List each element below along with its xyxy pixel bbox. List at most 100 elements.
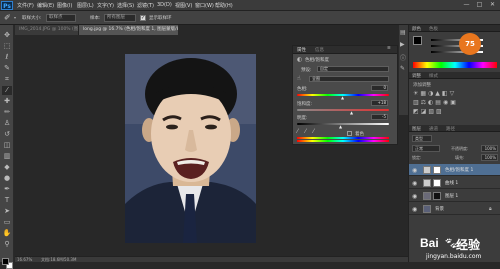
visibility-eye-icon[interactable]: ◉ bbox=[412, 167, 417, 174]
layer-kind-filter[interactable]: 类型 bbox=[412, 135, 432, 142]
color-fg-swatch[interactable] bbox=[413, 36, 422, 45]
gradient-tool-icon[interactable]: ▥ bbox=[2, 152, 12, 161]
panel-menu-icon[interactable]: ≡ bbox=[387, 46, 391, 51]
menu-filter[interactable]: 滤镜(T) bbox=[137, 2, 154, 9]
mask-thumb[interactable] bbox=[433, 192, 441, 200]
channel-select[interactable]: 全图 bbox=[309, 76, 389, 82]
preset-select[interactable]: 自定 bbox=[317, 66, 389, 72]
hand-target-icon[interactable]: ☝ bbox=[297, 75, 301, 82]
clone-stamp-tool-icon[interactable]: ♙ bbox=[2, 119, 12, 128]
lightness-slider-thumb[interactable]: ▲ bbox=[339, 124, 342, 129]
eyedropper-minus-icon[interactable]: ⁄ bbox=[313, 128, 314, 135]
layer-name[interactable]: 图层 1 bbox=[445, 193, 458, 199]
tab-paths[interactable]: 路径 bbox=[446, 126, 455, 132]
info-icon[interactable]: ⓘ bbox=[400, 53, 406, 62]
menu-type[interactable]: 文字(Y) bbox=[97, 2, 114, 9]
hue-slider-thumb[interactable]: ▲ bbox=[341, 95, 344, 100]
layer-name[interactable]: 曲线 1 bbox=[445, 180, 458, 186]
tab-swatches[interactable]: 色板 bbox=[429, 26, 438, 32]
actions-icon[interactable]: ▶ bbox=[400, 41, 405, 48]
tab-channels[interactable]: 通道 bbox=[429, 126, 438, 132]
move-tool-icon[interactable]: ✥ bbox=[2, 31, 12, 40]
tool-preset-chevron-icon[interactable]: ▾ bbox=[14, 15, 16, 20]
eyedropper-tool-icon[interactable]: ✐ bbox=[4, 13, 11, 22]
fill-value[interactable]: 100% bbox=[481, 154, 498, 161]
hand-tool-icon[interactable]: ✋ bbox=[2, 229, 12, 238]
menu-window[interactable]: 窗口(W) bbox=[195, 2, 214, 9]
visibility-eye-icon[interactable]: ◉ bbox=[412, 180, 417, 187]
menu-view[interactable]: 视图(V) bbox=[175, 2, 192, 9]
dodge-tool-icon[interactable]: ● bbox=[2, 174, 12, 183]
saturation-slider-thumb[interactable]: ▲ bbox=[350, 110, 353, 115]
blend-mode-select[interactable]: 正常 bbox=[412, 145, 440, 152]
colorize-checkbox[interactable] bbox=[347, 131, 352, 136]
maximize-button[interactable]: □ bbox=[474, 1, 485, 9]
layers-panel-header: 图层 通道 路径 bbox=[409, 125, 500, 132]
tab-info[interactable]: 信息 bbox=[315, 47, 324, 53]
tab-color[interactable]: 颜色 bbox=[412, 26, 421, 32]
lasso-tool-icon[interactable]: ℓ bbox=[2, 53, 12, 62]
mask-thumb[interactable] bbox=[433, 166, 441, 174]
layer-row[interactable]: ◉ 背景 🔒︎ bbox=[409, 203, 500, 215]
tab-adjustments[interactable]: 调整 bbox=[412, 73, 421, 79]
zoom-level[interactable]: 16.67% bbox=[17, 257, 32, 262]
history-icon[interactable]: ▤ bbox=[400, 29, 406, 36]
saturation-slider[interactable] bbox=[297, 109, 389, 111]
layer-row[interactable]: ◉ 色相/饱和度 1 bbox=[409, 164, 500, 176]
eraser-tool-icon[interactable]: ◫ bbox=[2, 141, 12, 150]
type-tool-icon[interactable]: T bbox=[2, 196, 12, 205]
visibility-eye-icon[interactable]: ◉ bbox=[412, 193, 417, 200]
healing-brush-tool-icon[interactable]: ✚ bbox=[2, 97, 12, 106]
visibility-eye-icon[interactable]: ◉ bbox=[412, 206, 417, 213]
menu-help[interactable]: 帮助(H) bbox=[215, 2, 233, 9]
quick-select-tool-icon[interactable]: ✎ bbox=[2, 64, 12, 73]
eyedropper-plus-icon[interactable]: ⁄ bbox=[305, 128, 306, 135]
lightness-label: 明度: bbox=[297, 116, 308, 121]
layer-row[interactable]: ◉ 曲线 1 bbox=[409, 177, 500, 189]
menu-select[interactable]: 选择(S) bbox=[117, 2, 134, 9]
color-swatches[interactable] bbox=[2, 258, 13, 269]
saturation-value[interactable]: +18 bbox=[371, 100, 388, 106]
mask-thumb[interactable] bbox=[433, 179, 441, 187]
lightness-slider[interactable] bbox=[297, 123, 389, 125]
menu-file[interactable]: 文件(F) bbox=[17, 2, 34, 9]
minimize-button[interactable]: — bbox=[461, 1, 472, 9]
canvas-photo[interactable] bbox=[125, 54, 256, 243]
layer-name[interactable]: 色相/饱和度 1 bbox=[445, 167, 473, 173]
sample-select[interactable]: 所有图层 bbox=[104, 14, 136, 22]
sample-size-select[interactable]: 取样点 bbox=[46, 14, 76, 22]
path-select-tool-icon[interactable]: ➤ bbox=[2, 207, 12, 216]
zoom-tool-icon[interactable]: ⚲ bbox=[2, 240, 12, 249]
hue-value[interactable]: 0 bbox=[371, 85, 388, 91]
tab-properties[interactable]: 属性 bbox=[297, 47, 306, 53]
menu-image[interactable]: 图像(I) bbox=[57, 2, 72, 9]
adjustment-icons-row-3[interactable]: ◩◪▧▨ bbox=[413, 108, 444, 115]
document-tab-2[interactable]: long.jpg @ 16.7% (色相/饱和度 1, 图层蒙版/8) × bbox=[79, 25, 178, 35]
adjustment-icons-row-2[interactable]: ▥⚖◐▤◉▣ bbox=[413, 99, 458, 106]
eyedropper-tool-icon[interactable]: ⁄ bbox=[2, 86, 12, 95]
color-spectrum-bar[interactable] bbox=[413, 62, 497, 68]
history-brush-tool-icon[interactable]: ↺ bbox=[2, 130, 12, 139]
foreground-color-swatch[interactable] bbox=[2, 258, 9, 265]
menu-edit[interactable]: 编辑(E) bbox=[37, 2, 54, 9]
marquee-tool-icon[interactable]: ⬚ bbox=[2, 42, 12, 51]
document-tab-1[interactable]: IMG_2014.JPG @ 100% (图层 1, RGB/8) × bbox=[15, 25, 79, 35]
brush-presets-icon[interactable]: ✎ bbox=[400, 65, 405, 72]
opacity-value[interactable]: 100% bbox=[481, 145, 498, 152]
brush-tool-icon[interactable]: ✏ bbox=[2, 108, 12, 117]
crop-tool-icon[interactable]: ⌗ bbox=[2, 75, 12, 84]
adjustment-icons-row-1[interactable]: ☀▦◑▲◧▽ bbox=[413, 90, 456, 97]
layer-name[interactable]: 背景 bbox=[435, 206, 444, 212]
layer-row[interactable]: ◉ 图层 1 bbox=[409, 190, 500, 202]
tab-layers[interactable]: 图层 bbox=[412, 126, 421, 132]
menu-layer[interactable]: 图层(L) bbox=[77, 2, 94, 9]
close-button[interactable]: ✕ bbox=[487, 1, 498, 9]
show-ring-checkbox[interactable]: ✓ bbox=[140, 15, 146, 21]
blur-tool-icon[interactable]: ◆ bbox=[2, 163, 12, 172]
shape-tool-icon[interactable]: ▭ bbox=[2, 218, 12, 227]
lightness-value[interactable]: -5 bbox=[371, 114, 388, 120]
pen-tool-icon[interactable]: ✒ bbox=[2, 185, 12, 194]
menu-3d[interactable]: 3D(D) bbox=[157, 2, 172, 8]
eyedropper-icon[interactable]: ⁄ bbox=[297, 128, 298, 135]
tab-styles[interactable]: 样式 bbox=[429, 73, 438, 79]
